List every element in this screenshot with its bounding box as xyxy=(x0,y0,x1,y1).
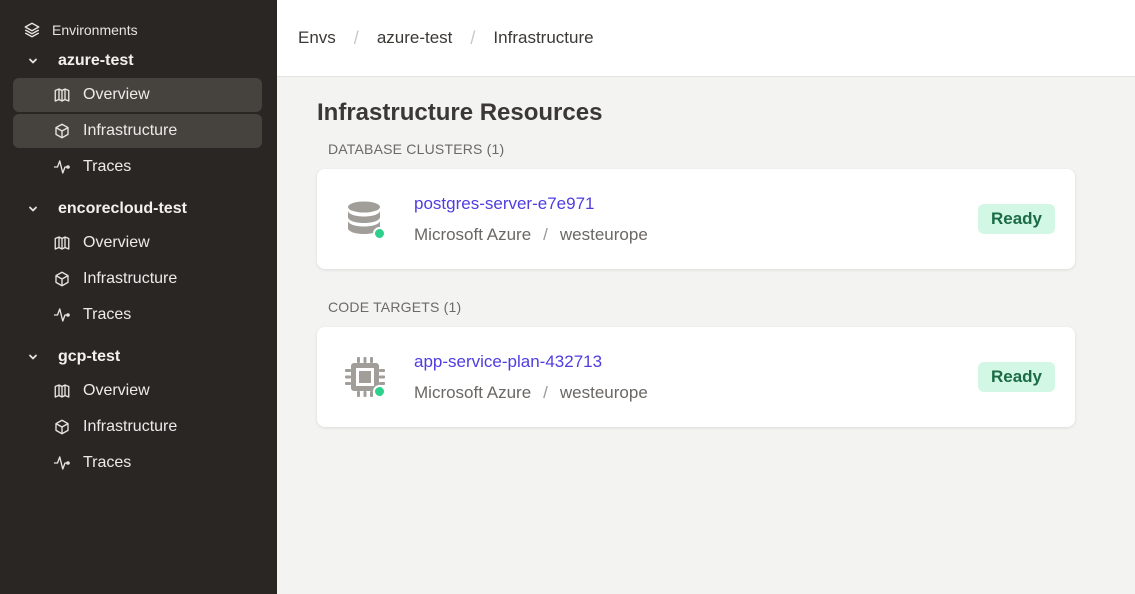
content: Infrastructure Resources DATABASE CLUSTE… xyxy=(277,77,1135,457)
status-badge: Ready xyxy=(977,204,1055,234)
status-dot xyxy=(373,385,386,398)
section-label-code-targets: CODE TARGETS (1) xyxy=(328,299,462,315)
sidebar-item-overview[interactable]: Overview xyxy=(13,78,262,112)
sidebar-item-label: Traces xyxy=(83,158,132,175)
sidebar: Environments azure-test Overview Infrast… xyxy=(0,0,277,594)
chevron-down-icon xyxy=(26,350,40,364)
resource-info: postgres-server-e7e971 Microsoft Azure / w… xyxy=(414,194,978,245)
cube-icon xyxy=(53,270,71,288)
resource-info: app-service-plan-432713 Microsoft Azure /… xyxy=(414,352,978,403)
env-group-gcp-test: gcp-test Overview Infrastructure Traces xyxy=(0,340,277,480)
sidebar-item-traces[interactable]: Traces xyxy=(13,446,262,480)
layers-icon xyxy=(22,20,42,40)
sidebar-item-label: Infrastructure xyxy=(83,122,178,139)
breadcrumb-separator: / xyxy=(353,27,359,48)
sidebar-item-infrastructure[interactable]: Infrastructure xyxy=(13,410,262,444)
resource-region: westeurope xyxy=(559,382,648,402)
activity-icon xyxy=(53,158,71,176)
resource-name-link[interactable]: app-service-plan-432713 xyxy=(414,352,978,372)
cpu-icon xyxy=(341,353,389,401)
status-dot xyxy=(373,227,386,240)
page-title: Infrastructure Resources xyxy=(317,99,603,126)
sidebar-item-label: Infrastructure xyxy=(83,270,178,287)
chevron-down-icon xyxy=(26,54,40,68)
cube-icon xyxy=(53,418,71,436)
env-name: gcp-test xyxy=(58,348,121,365)
main-area: Envs / azure-test / Infrastructure Infra… xyxy=(277,0,1135,594)
chevron-down-icon xyxy=(26,202,40,216)
map-icon xyxy=(53,86,71,104)
sidebar-item-label: Overview xyxy=(83,234,150,251)
breadcrumb-current: Infrastructure xyxy=(493,28,594,47)
sidebar-item-traces[interactable]: Traces xyxy=(13,298,262,332)
sidebar-item-overview[interactable]: Overview xyxy=(13,374,262,408)
resource-card[interactable]: postgres-server-e7e971 Microsoft Azure / w… xyxy=(317,169,1075,269)
meta-separator: / xyxy=(543,382,548,402)
map-icon xyxy=(53,234,71,252)
environments-label: Environments xyxy=(52,22,138,38)
env-toggle-encorecloud-test[interactable]: encorecloud-test xyxy=(0,192,277,226)
resource-name-link[interactable]: postgres-server-e7e971 xyxy=(414,194,978,214)
resource-meta: Microsoft Azure / westeurope xyxy=(414,225,978,245)
environments-header[interactable]: Environments xyxy=(0,20,277,40)
breadcrumb: Envs / azure-test / Infrastructure xyxy=(277,0,1135,77)
section-label-database-clusters: DATABASE CLUSTERS (1) xyxy=(328,141,505,157)
sidebar-item-infrastructure[interactable]: Infrastructure xyxy=(13,262,262,296)
env-group-encorecloud-test: encorecloud-test Overview Infrastructure… xyxy=(0,192,277,332)
sidebar-item-label: Overview xyxy=(83,382,150,399)
meta-separator: / xyxy=(543,224,548,244)
map-icon xyxy=(53,382,71,400)
sidebar-item-label: Overview xyxy=(83,86,150,103)
resource-meta: Microsoft Azure / westeurope xyxy=(414,383,978,403)
env-toggle-azure-test[interactable]: azure-test xyxy=(0,44,277,78)
sidebar-item-label: Traces xyxy=(83,454,132,471)
resource-card[interactable]: app-service-plan-432713 Microsoft Azure /… xyxy=(317,327,1075,427)
breadcrumb-separator: / xyxy=(470,27,476,48)
breadcrumb-envs[interactable]: Envs xyxy=(298,28,336,48)
env-group-azure-test: azure-test Overview Infrastructure Trace… xyxy=(0,44,277,184)
sidebar-item-label: Infrastructure xyxy=(83,418,178,435)
resource-region: westeurope xyxy=(559,224,648,244)
database-icon xyxy=(341,195,389,243)
resource-provider: Microsoft Azure xyxy=(414,382,532,402)
env-name: azure-test xyxy=(58,52,134,69)
sidebar-item-infrastructure[interactable]: Infrastructure xyxy=(13,114,262,148)
sidebar-item-label: Traces xyxy=(83,306,132,323)
resource-provider: Microsoft Azure xyxy=(414,224,532,244)
sidebar-item-overview[interactable]: Overview xyxy=(13,226,262,260)
env-name: encorecloud-test xyxy=(58,200,187,217)
activity-icon xyxy=(53,454,71,472)
breadcrumb-env[interactable]: azure-test xyxy=(377,28,453,48)
cube-icon xyxy=(53,122,71,140)
activity-icon xyxy=(53,306,71,324)
status-badge: Ready xyxy=(977,362,1055,392)
env-toggle-gcp-test[interactable]: gcp-test xyxy=(0,340,277,374)
sidebar-item-traces[interactable]: Traces xyxy=(13,150,262,184)
